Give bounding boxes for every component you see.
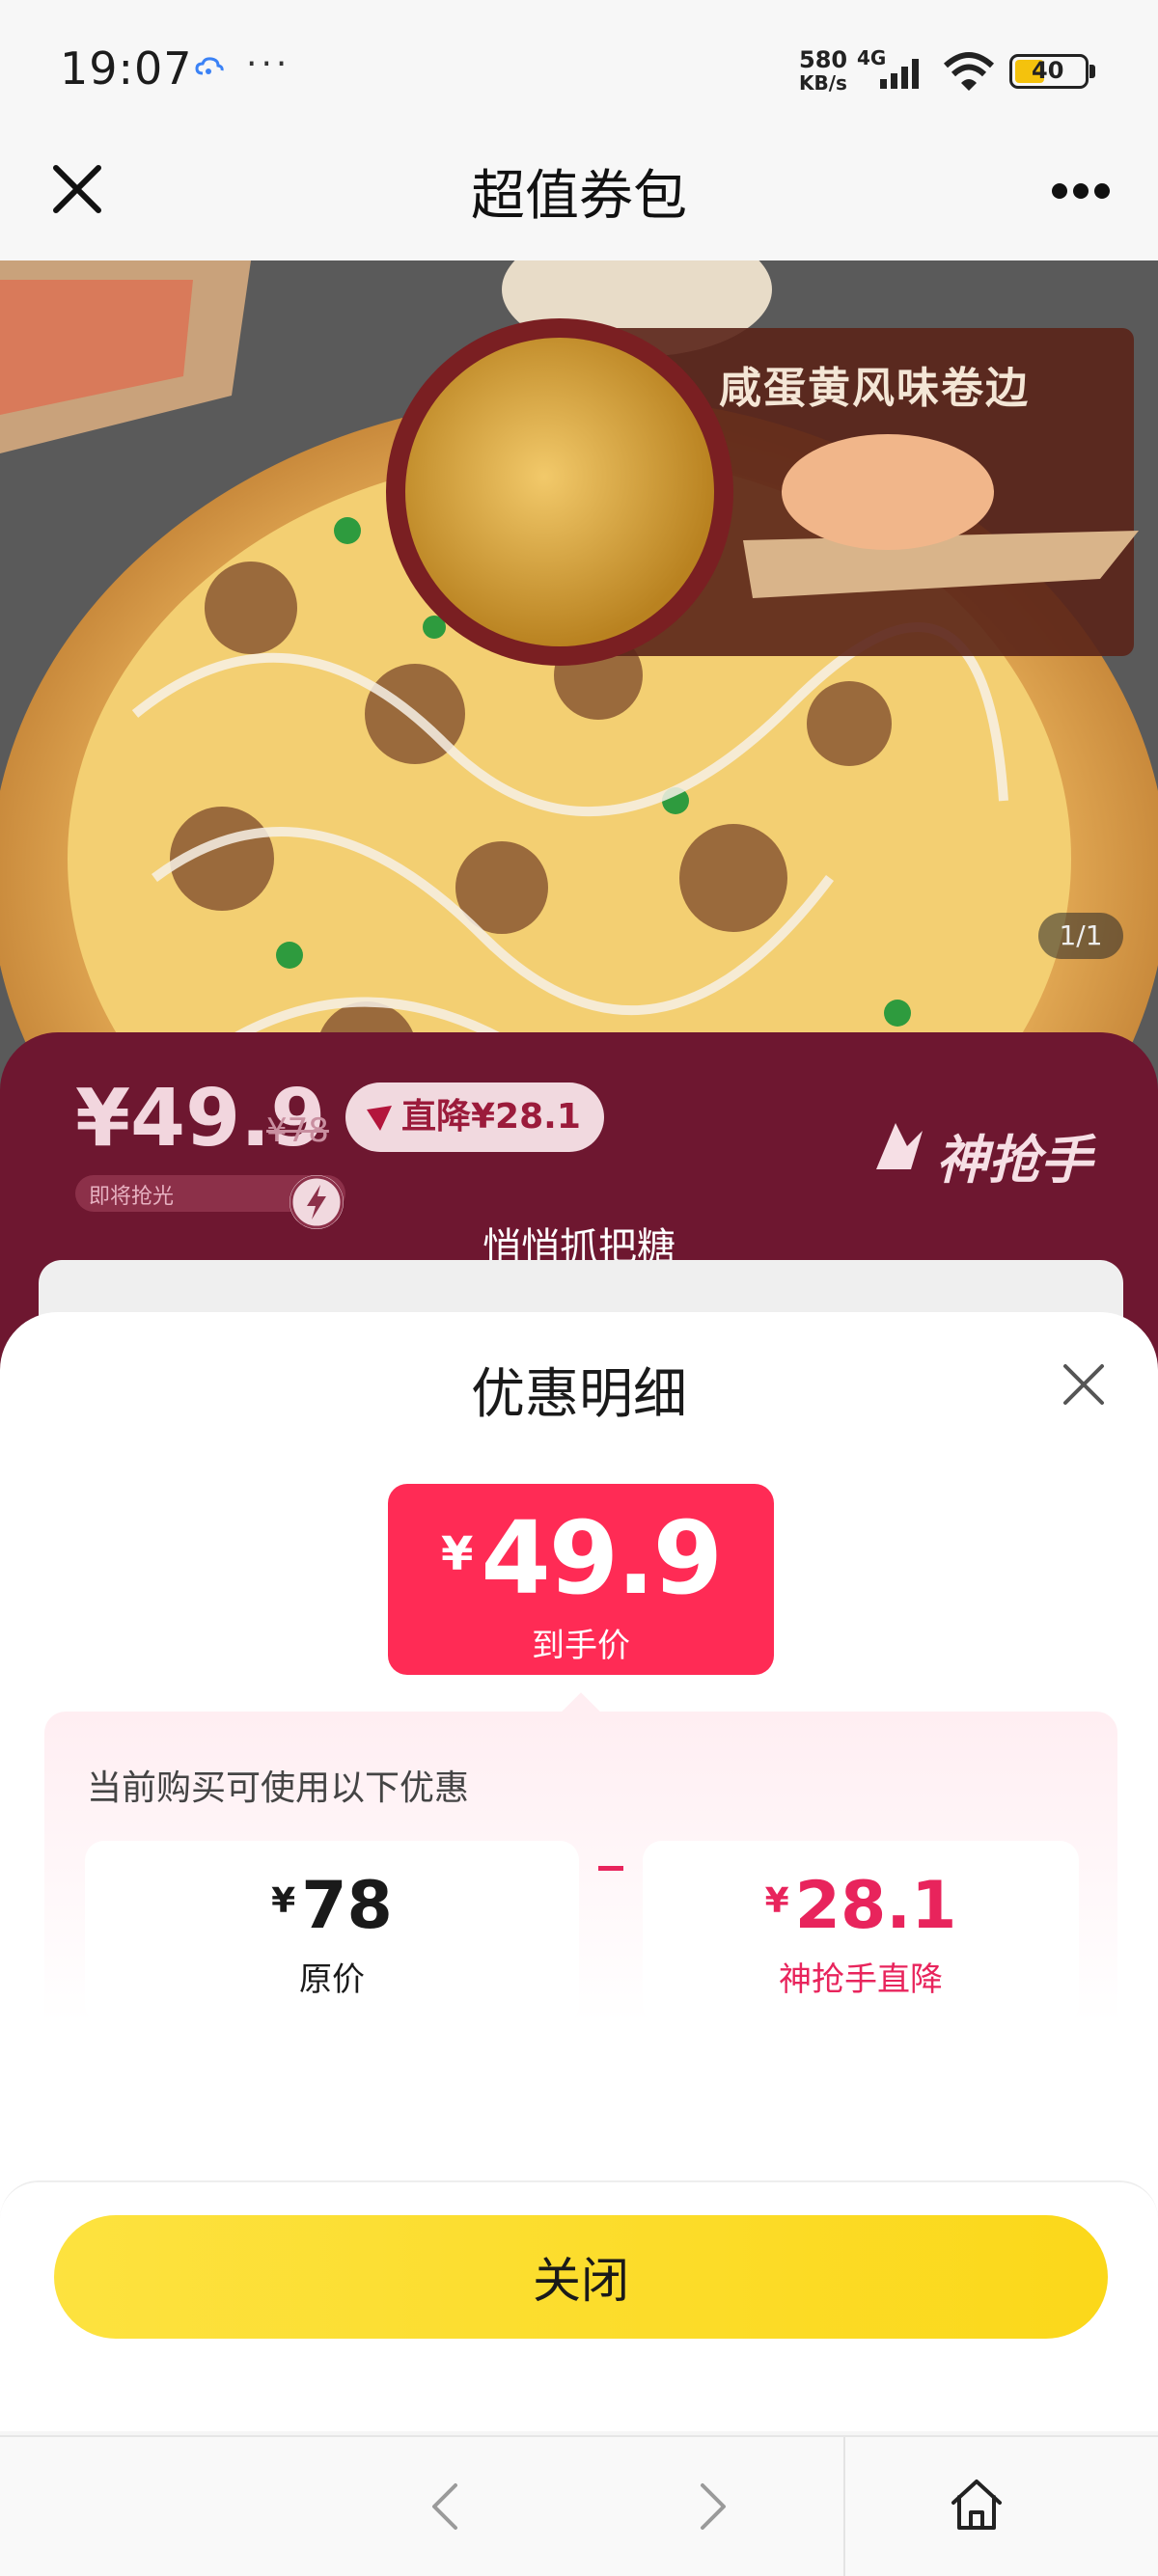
discount-detail-panel: 当前购买可使用以下优惠 ¥78 原价 ¥28.1 神抢手直降 xyxy=(44,1712,1117,2078)
image-caption: 咸蛋黄风味卷边 xyxy=(719,364,1030,413)
speed-value: 580 xyxy=(799,46,848,73)
browser-bottom-bar xyxy=(0,2435,1158,2576)
final-price-card: ¥49.9 到手价 xyxy=(388,1484,774,1675)
sheet-title: 优惠明细 xyxy=(471,1363,687,1426)
status-bar: 19:07 ··· 580 KB/s 4G 40 xyxy=(0,0,1158,135)
forward-arrow-icon[interactable] xyxy=(691,2480,733,2534)
speed-unit: KB/s xyxy=(799,71,847,95)
bottom-bar-divider xyxy=(843,2437,845,2576)
down-arrow-icon xyxy=(367,1106,392,1131)
close-button[interactable]: 关闭 xyxy=(54,2215,1108,2339)
battery-tip xyxy=(1089,65,1095,78)
discount-amount: ¥28.1 xyxy=(643,1868,1079,1944)
page-title: 超值券包 xyxy=(471,165,687,228)
sheet-footer: 关闭 xyxy=(0,2180,1158,2431)
nav-header: 超值券包 xyxy=(0,135,1158,260)
cloud-icon xyxy=(195,57,224,75)
detail-heading: 当前购买可使用以下优惠 xyxy=(87,1768,470,1808)
image-counter: 1/1 xyxy=(1038,913,1123,959)
more-icon[interactable] xyxy=(1050,172,1112,210)
original-price-amount: ¥78 xyxy=(85,1868,579,1944)
final-price-currency: ¥ xyxy=(440,1527,474,1581)
status-time: 19:07 xyxy=(60,42,193,95)
original-price-value: 78 xyxy=(301,1868,393,1944)
battery-level: 40 xyxy=(1032,57,1064,84)
discount-value: 28.1 xyxy=(794,1868,957,1944)
discount-detail-sheet: 优惠明细 ¥49.9 到手价 当前购买可使用以下优惠 ¥78 原价 ¥28.1 … xyxy=(0,1312,1158,2431)
discount-box: ¥28.1 神抢手直降 xyxy=(643,1841,1079,2024)
signal-icon xyxy=(880,59,919,89)
original-price-box: ¥78 原价 xyxy=(85,1841,579,2024)
minus-sign xyxy=(598,1866,623,1871)
original-price-label: 原价 xyxy=(299,1960,365,1999)
final-price-value: 49.9 xyxy=(481,1499,723,1617)
banner-discount-badge: 直降¥28.1 xyxy=(345,1082,604,1152)
original-price-currency: ¥ xyxy=(271,1881,296,1921)
status-more-dots: ··· xyxy=(246,44,291,84)
brand-logo-icon xyxy=(876,1123,923,1169)
network-speed: 580 KB/s xyxy=(799,48,847,95)
final-price: ¥49.9 xyxy=(388,1499,774,1617)
home-icon[interactable] xyxy=(950,2476,1004,2532)
battery-icon: 40 xyxy=(1009,54,1089,89)
brand-name: 神抢手 xyxy=(936,1130,1092,1191)
discount-label: 神抢手直降 xyxy=(779,1960,943,1999)
banner-discount-label: 直降¥28.1 xyxy=(401,1097,581,1137)
banner-original-price: ¥78 xyxy=(266,1111,329,1150)
close-icon[interactable] xyxy=(1062,1362,1106,1407)
final-price-label: 到手价 xyxy=(532,1627,630,1665)
stock-hint: 即将抢光 xyxy=(89,1185,175,1209)
wifi-icon xyxy=(943,52,995,91)
back-arrow-icon[interactable] xyxy=(425,2480,467,2534)
discount-currency: ¥ xyxy=(764,1881,789,1921)
